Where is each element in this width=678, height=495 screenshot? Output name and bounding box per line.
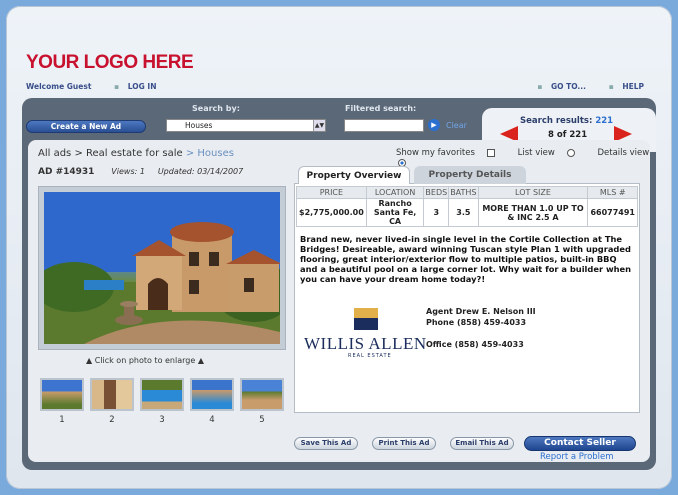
top-left-nav: Welcome Guest ▪ LOG IN [26,82,176,91]
ad-id: AD #14931 [38,167,95,177]
search-by-value: Houses [185,121,213,130]
bullet-icon: ▪ [608,82,614,91]
contact-seller-button[interactable]: Contact Seller [524,436,636,451]
site-logo: YOUR LOGO HERE [26,52,194,73]
property-description: Brand new, never lived-in single level i… [300,234,632,284]
list-view-radio[interactable] [566,148,575,157]
results-total: 221 [595,116,614,126]
tab-property-overview[interactable]: Property Overview [298,166,410,184]
triangle-icon: ▲ [86,356,93,365]
tab-property-details[interactable]: Property Details [414,166,526,184]
mls-header: MLS # [587,186,638,199]
thumbnail-number: 5 [259,415,265,425]
ad-updated: Updated: 03/14/2007 [157,167,244,176]
save-ad-button[interactable]: Save This Ad [294,437,358,450]
goto-menu[interactable]: GO TO... [551,82,586,91]
thumbnail-1[interactable] [40,378,84,411]
agent-name: Agent Drew E. Nelson III [426,307,536,316]
dropdown-arrow-icon: ▲▼ [313,120,325,131]
email-ad-button[interactable]: Email This Ad [450,437,514,450]
print-ad-button[interactable]: Print This Ad [372,437,436,450]
report-problem-link[interactable]: Report a Problem [540,452,614,462]
office-phone: Office (858) 459-4033 [426,340,524,349]
table-header-row: PRICE LOCATION BEDS BATHS LOT SIZE MLS # [296,186,638,199]
bullet-icon: ▪ [537,82,543,91]
baths-value: 3.5 [448,198,479,227]
breadcrumb-real-estate[interactable]: Real estate for sale [86,148,183,159]
go-arrow-icon[interactable]: ▶ [428,119,440,131]
location-header: LOCATION [365,186,425,199]
baths-header: BATHS [448,186,479,199]
location-value: Rancho Santa Fe, CA [365,198,425,227]
results-position: 8 of 221 [548,130,588,140]
breadcrumb-separator: > [74,148,83,159]
price-value: $2,775,000.00 [296,198,367,227]
thumbnail-4[interactable] [190,378,234,411]
thumbnail-number: 4 [209,415,215,425]
enlarge-hint: ▲ Click on photo to enlarge ▲ [86,356,204,365]
lot-size-header: LOT SIZE [477,186,589,199]
thumbnail-number: 1 [59,415,65,425]
welcome-text: Welcome Guest [26,82,92,91]
filtered-search-input[interactable] [344,119,424,132]
breadcrumb-houses[interactable]: > Houses [186,148,234,159]
create-ad-button[interactable]: Create a New Ad [26,120,146,133]
results-label: Search results: [520,116,593,126]
list-view-label: List view [517,148,555,158]
property-photo[interactable] [44,192,280,344]
brokerage-logo-icon [354,308,378,330]
favorites-label: Show my favorites [396,148,475,158]
breadcrumb: All ads > Real estate for sale > Houses [38,148,234,159]
thumbnail-3[interactable] [140,378,184,411]
brokerage-name: WILLIS ALLEN [304,334,427,353]
house-photo-illustration [44,192,280,344]
brokerage-subtitle: REAL ESTATE [348,353,392,359]
ad-info: AD #14931 Views: 1 Updated: 03/14/2007 [38,167,253,177]
table-row: $2,775,000.00 Rancho Santa Fe, CA 3 3.5 … [296,198,638,227]
help-link[interactable]: HELP [622,82,644,91]
search-by-label: Search by: [192,104,240,113]
thumbnail-2[interactable] [90,378,134,411]
mls-value: 66077491 [587,198,638,227]
search-results: Search results: 221 [520,116,613,126]
thumbnail-number: 2 [109,415,115,425]
thumbnail-number: 3 [159,415,165,425]
clear-link[interactable]: Clear [446,121,467,130]
view-options: Show my favorites List view Details view [396,148,678,168]
lot-size-value: MORE THAN 1.0 UP TO & INC 2.5 A [477,198,589,227]
search-by-select[interactable]: Houses ▲▼ [166,119,326,132]
bullet-icon: ▪ [114,82,120,91]
ad-views: Views: 1 [111,167,145,176]
beds-value: 3 [423,198,450,227]
details-view-label: Details view [597,148,650,158]
favorites-toggle[interactable]: Show my favorites [396,148,505,158]
login-link[interactable]: LOG IN [128,82,157,91]
agent-info: Agent Drew E. Nelson III Phone (858) 459… [426,306,536,328]
list-view-option[interactable]: List view [518,148,585,158]
property-specs-table: PRICE LOCATION BEDS BATHS LOT SIZE MLS #… [296,186,638,227]
thumbnail-5[interactable] [240,378,284,411]
breadcrumb-all-ads[interactable]: All ads [38,148,71,159]
triangle-icon: ▲ [197,356,204,365]
price-header: PRICE [296,186,367,199]
top-right-nav: ▪ GO TO... ▪ HELP [537,82,644,91]
enlarge-text: Click on photo to enlarge [94,356,196,365]
beds-header: BEDS [423,186,450,199]
agent-phone: Phone (858) 459-4033 [426,318,527,327]
filtered-search-label: Filtered search: [345,104,417,113]
favorites-checkbox[interactable] [486,148,495,157]
